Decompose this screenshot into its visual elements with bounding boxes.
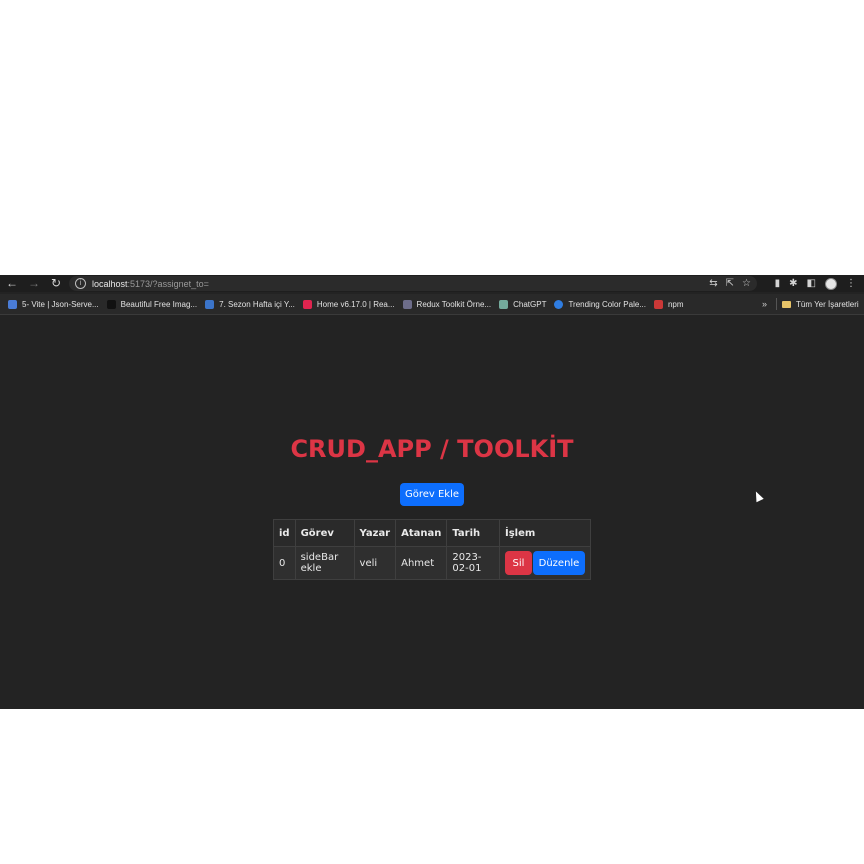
share-icon[interactable]: ⇱ bbox=[726, 278, 734, 289]
bookmark-favicon-icon bbox=[106, 299, 116, 309]
site-info-icon[interactable]: i bbox=[75, 278, 86, 289]
mouse-cursor-icon bbox=[752, 489, 764, 503]
bookmark-favicon-icon bbox=[653, 299, 663, 309]
translate-icon[interactable]: ⇆ bbox=[709, 278, 717, 289]
column-header-actions: İşlem bbox=[498, 519, 592, 547]
bookmarks-divider bbox=[776, 298, 777, 310]
bookmark-favicon-icon bbox=[554, 299, 564, 309]
column-header-task: Görev bbox=[294, 519, 355, 547]
extension-doc-icon[interactable]: ▮ bbox=[775, 275, 781, 292]
tasks-table: id Görev Yazar Atanan Tarih İşlem 0 side… bbox=[273, 519, 592, 580]
table-row: 0 sideBar ekle veli Ahmet 2023-02-01 Sil… bbox=[273, 546, 592, 580]
reload-icon[interactable]: ↻ bbox=[46, 275, 66, 292]
column-header-assignee: Atanan bbox=[395, 519, 448, 547]
cell-task: sideBar ekle bbox=[294, 546, 355, 580]
column-header-id: id bbox=[273, 519, 296, 547]
bookmark-item[interactable]: ChatGPT bbox=[499, 294, 546, 314]
cell-assignee: Ahmet bbox=[395, 546, 448, 580]
bookmark-item[interactable]: Trending Color Pale... bbox=[554, 294, 646, 314]
bookmark-item[interactable]: 5- Vite | Json-Serve... bbox=[8, 294, 99, 314]
edit-button[interactable]: Düzenle bbox=[532, 551, 585, 575]
bookmark-item[interactable]: Home v6.17.0 | Rea... bbox=[302, 294, 395, 314]
column-header-author: Yazar bbox=[353, 519, 397, 547]
delete-button[interactable]: Sil bbox=[504, 551, 532, 575]
bookmark-item[interactable]: npm bbox=[653, 294, 684, 314]
bookmarks-overflow-icon[interactable]: » bbox=[762, 294, 767, 314]
bookmark-favicon-icon bbox=[205, 299, 215, 309]
bookmark-favicon-icon bbox=[302, 299, 312, 309]
back-icon[interactable]: ← bbox=[2, 275, 22, 292]
cell-actions: Sil Düzenle bbox=[498, 546, 592, 580]
bookmark-favicon-icon bbox=[402, 299, 412, 309]
cell-author: veli bbox=[353, 546, 397, 580]
tasks-table-container: id Görev Yazar Atanan Tarih İşlem 0 side… bbox=[273, 519, 592, 580]
page-title: CRUD_APP / TOOLKİT bbox=[290, 435, 574, 463]
bookmark-item[interactable]: Beautiful Free Imag... bbox=[106, 294, 197, 314]
forward-icon[interactable]: → bbox=[24, 275, 44, 292]
column-header-date: Tarih bbox=[446, 519, 500, 547]
side-panel-icon[interactable]: ◧ bbox=[807, 275, 816, 292]
all-bookmarks-button[interactable]: Tüm Yer İşaretleri bbox=[782, 294, 859, 314]
bookmark-star-icon[interactable]: ☆ bbox=[742, 278, 751, 289]
profile-avatar-icon[interactable] bbox=[825, 277, 837, 290]
browser-window: ← → ↻ i localhost:5173/?assignet_to= ⇆ ⇱… bbox=[0, 275, 864, 709]
table-header-row: id Görev Yazar Atanan Tarih İşlem bbox=[273, 519, 592, 547]
url-text[interactable]: localhost:5173/?assignet_to= bbox=[92, 279, 209, 289]
add-task-button[interactable]: Görev Ekle bbox=[400, 483, 464, 506]
all-bookmarks-label: Tüm Yer İşaretleri bbox=[796, 299, 859, 309]
extensions-puzzle-icon[interactable]: ✱ bbox=[789, 275, 797, 292]
bookmark-favicon-icon bbox=[8, 299, 17, 309]
bookmark-item[interactable]: Redux Toolkit Örne... bbox=[402, 294, 491, 314]
bookmarks-bar: 5- Vite | Json-Serve... Beautiful Free I… bbox=[0, 294, 864, 315]
bookmark-favicon-icon bbox=[499, 299, 509, 309]
menu-kebab-icon[interactable]: ⋮ bbox=[846, 275, 856, 292]
cell-date: 2023-02-01 bbox=[446, 546, 500, 580]
browser-toolbar: ← → ↻ i localhost:5173/?assignet_to= ⇆ ⇱… bbox=[0, 275, 864, 292]
cell-id: 0 bbox=[273, 546, 296, 580]
address-bar[interactable]: i localhost:5173/?assignet_to= ⇆ ⇱ ☆ bbox=[69, 276, 757, 291]
bookmark-item[interactable]: 7. Sezon Hafta içi Y... bbox=[205, 294, 295, 314]
folder-icon bbox=[782, 300, 791, 308]
